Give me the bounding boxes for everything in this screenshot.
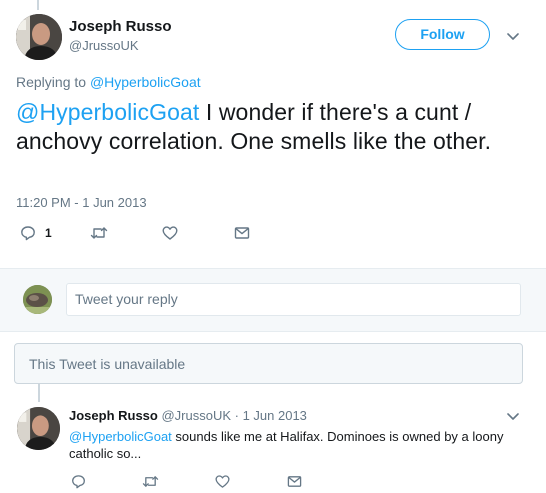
message-icon bbox=[234, 227, 250, 239]
retweet-action[interactable] bbox=[90, 224, 108, 242]
avatar[interactable] bbox=[23, 285, 52, 314]
tweet-text: @HyperbolicGoat I wonder if there's a cu… bbox=[16, 98, 526, 156]
tweet-mention-link[interactable]: @HyperbolicGoat bbox=[16, 99, 199, 125]
reply-text: @HyperbolicGoat sounds like me at Halifa… bbox=[69, 428, 519, 462]
reply-action[interactable] bbox=[71, 472, 86, 490]
reply-meta[interactable]: @JrussoUK · 1 Jun 2013 bbox=[158, 408, 306, 423]
reply-icon bbox=[21, 226, 35, 241]
message-action[interactable] bbox=[287, 472, 302, 490]
chevron-down-icon[interactable] bbox=[505, 28, 521, 44]
like-action[interactable] bbox=[162, 224, 178, 242]
retweet-icon bbox=[90, 227, 108, 239]
reply-input[interactable]: Tweet your reply bbox=[66, 283, 521, 316]
avatar[interactable] bbox=[16, 14, 62, 60]
timestamp[interactable]: 11:20 PM - 1 Jun 2013 bbox=[16, 195, 147, 210]
reply-action[interactable]: 1 bbox=[20, 224, 52, 242]
follow-button[interactable]: Follow bbox=[395, 19, 490, 50]
like-icon bbox=[215, 474, 230, 488]
author-name[interactable]: Joseph Russo bbox=[69, 408, 158, 423]
replying-prefix: Replying to bbox=[16, 74, 90, 90]
replying-to-link[interactable]: @HyperbolicGoat bbox=[90, 74, 201, 90]
reply-mention-link[interactable]: @HyperbolicGoat bbox=[69, 429, 172, 444]
reply-icon bbox=[72, 474, 85, 488]
unavailable-tweet: This Tweet is unavailable bbox=[14, 343, 523, 384]
thread-line bbox=[38, 384, 40, 402]
like-action[interactable] bbox=[215, 472, 230, 490]
like-icon bbox=[162, 226, 178, 240]
main-tweet: Joseph Russo @JrussoUK Follow Replying t… bbox=[0, 0, 546, 268]
avatar[interactable] bbox=[17, 407, 60, 450]
replying-to: Replying to @HyperbolicGoat bbox=[16, 74, 201, 90]
message-icon bbox=[287, 475, 302, 487]
retweet-action[interactable] bbox=[142, 472, 159, 490]
reply-author: Joseph Russo @JrussoUK · 1 Jun 2013 bbox=[69, 408, 307, 423]
author-name[interactable]: Joseph Russo bbox=[69, 18, 172, 35]
reply-count: 1 bbox=[45, 226, 52, 240]
chevron-down-icon[interactable] bbox=[505, 408, 521, 424]
reply-composer: Tweet your reply bbox=[0, 268, 546, 332]
message-action[interactable] bbox=[234, 224, 250, 242]
author-handle[interactable]: @JrussoUK bbox=[69, 38, 139, 53]
retweet-icon bbox=[142, 475, 159, 487]
